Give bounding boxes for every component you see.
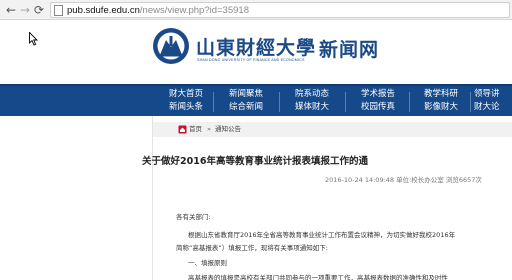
address-bar[interactable]: pub.sdufe.edu.cn/news/view.php?id=35918: [50, 2, 510, 18]
nav-divider: [409, 92, 410, 112]
nav-item[interactable]: 新闻头条: [156, 101, 216, 114]
nav-item[interactable]: 财大首页: [156, 88, 216, 101]
nav-item[interactable]: 领导讲: [474, 88, 512, 101]
nav-column: 领导讲 财大论: [474, 88, 512, 114]
page-icon: [54, 5, 63, 16]
url-text[interactable]: pub.sdufe.edu.cn/news/view.php?id=35918: [67, 4, 249, 17]
article-container: 首页 » 通知公告: [152, 116, 512, 280]
nav-column: 财大首页 新闻头条: [156, 88, 216, 114]
breadcrumb: 首页 » 通知公告: [153, 122, 512, 137]
breadcrumb-home-link[interactable]: 首页: [189, 124, 202, 135]
nav-item[interactable]: 影像财大: [411, 101, 471, 114]
browser-toolbar: ← → ⟳ pub.sdufe.edu.cn/news/view.php?id=…: [0, 0, 512, 20]
nav-divider: [213, 92, 214, 112]
main-navigation: 财大首页 新闻头条 新闻聚焦 综合新闻 院系动态 媒体财大 学术报告 校园传真 …: [0, 84, 512, 116]
back-arrow-icon[interactable]: ←: [4, 3, 18, 17]
forward-arrow-icon[interactable]: →: [18, 3, 32, 17]
nav-divider: [470, 92, 471, 112]
nav-item[interactable]: 校园传真: [348, 101, 408, 114]
url-path: /news/view.php?id=35918: [139, 5, 249, 16]
article-paragraph-line: 简称“高基报表”）填报工作，现将有关事项通知如下:: [176, 244, 328, 252]
nav-item[interactable]: 教学科研: [411, 88, 471, 101]
article-paragraph-line: 根据山东省教育厅2016年全省高等教育事业统计工作布置会议精神，为切实做好我校2…: [188, 231, 456, 239]
article-section-heading: 一、填报原则: [188, 259, 227, 267]
nav-divider: [279, 92, 280, 112]
url-domain: pub.sdufe.edu.cn: [67, 5, 140, 16]
nav-column: 教学科研 影像财大: [411, 88, 471, 114]
nav-column: 新闻聚焦 综合新闻: [216, 88, 276, 114]
reload-icon[interactable]: ⟳: [32, 3, 46, 17]
article-meta: 2016-10-24 14:09:48 单位:校长办公室 浏览6657次: [325, 176, 482, 184]
nav-item[interactable]: 财大论: [474, 101, 512, 114]
article-paragraph-line: 高基报表的填报是高校有关部门共同参与的一项重要工作，高基报表数据的准确性和及时性: [188, 274, 448, 280]
university-name-cn[interactable]: 山東財經大學: [196, 33, 316, 60]
university-emblem-icon[interactable]: [152, 27, 190, 65]
breadcrumb-separator: »: [207, 125, 211, 133]
nav-item[interactable]: 学术报告: [348, 88, 408, 101]
mouse-cursor-icon: [29, 32, 39, 46]
nav-item[interactable]: 综合新闻: [216, 101, 276, 114]
breadcrumb-section-link[interactable]: 通知公告: [215, 124, 241, 135]
nav-item[interactable]: 媒体财大: [282, 101, 342, 114]
article-title: 关于做好2016年高等教育事业统计报表填报工作的通: [142, 156, 368, 167]
article-salutation: 各有关部门:: [176, 213, 211, 221]
nav-item[interactable]: 新闻聚焦: [216, 88, 276, 101]
nav-item[interactable]: 院系动态: [282, 88, 342, 101]
nav-divider: [345, 92, 346, 112]
home-icon: [178, 125, 187, 134]
nav-column: 院系动态 媒体财大: [282, 88, 342, 114]
nav-column: 学术报告 校园传真: [348, 88, 408, 114]
university-name-en: SHAN DONG UNIVERSITY OF FINANCE AND ECON…: [197, 58, 305, 62]
site-name[interactable]: 新闻网: [319, 35, 379, 62]
